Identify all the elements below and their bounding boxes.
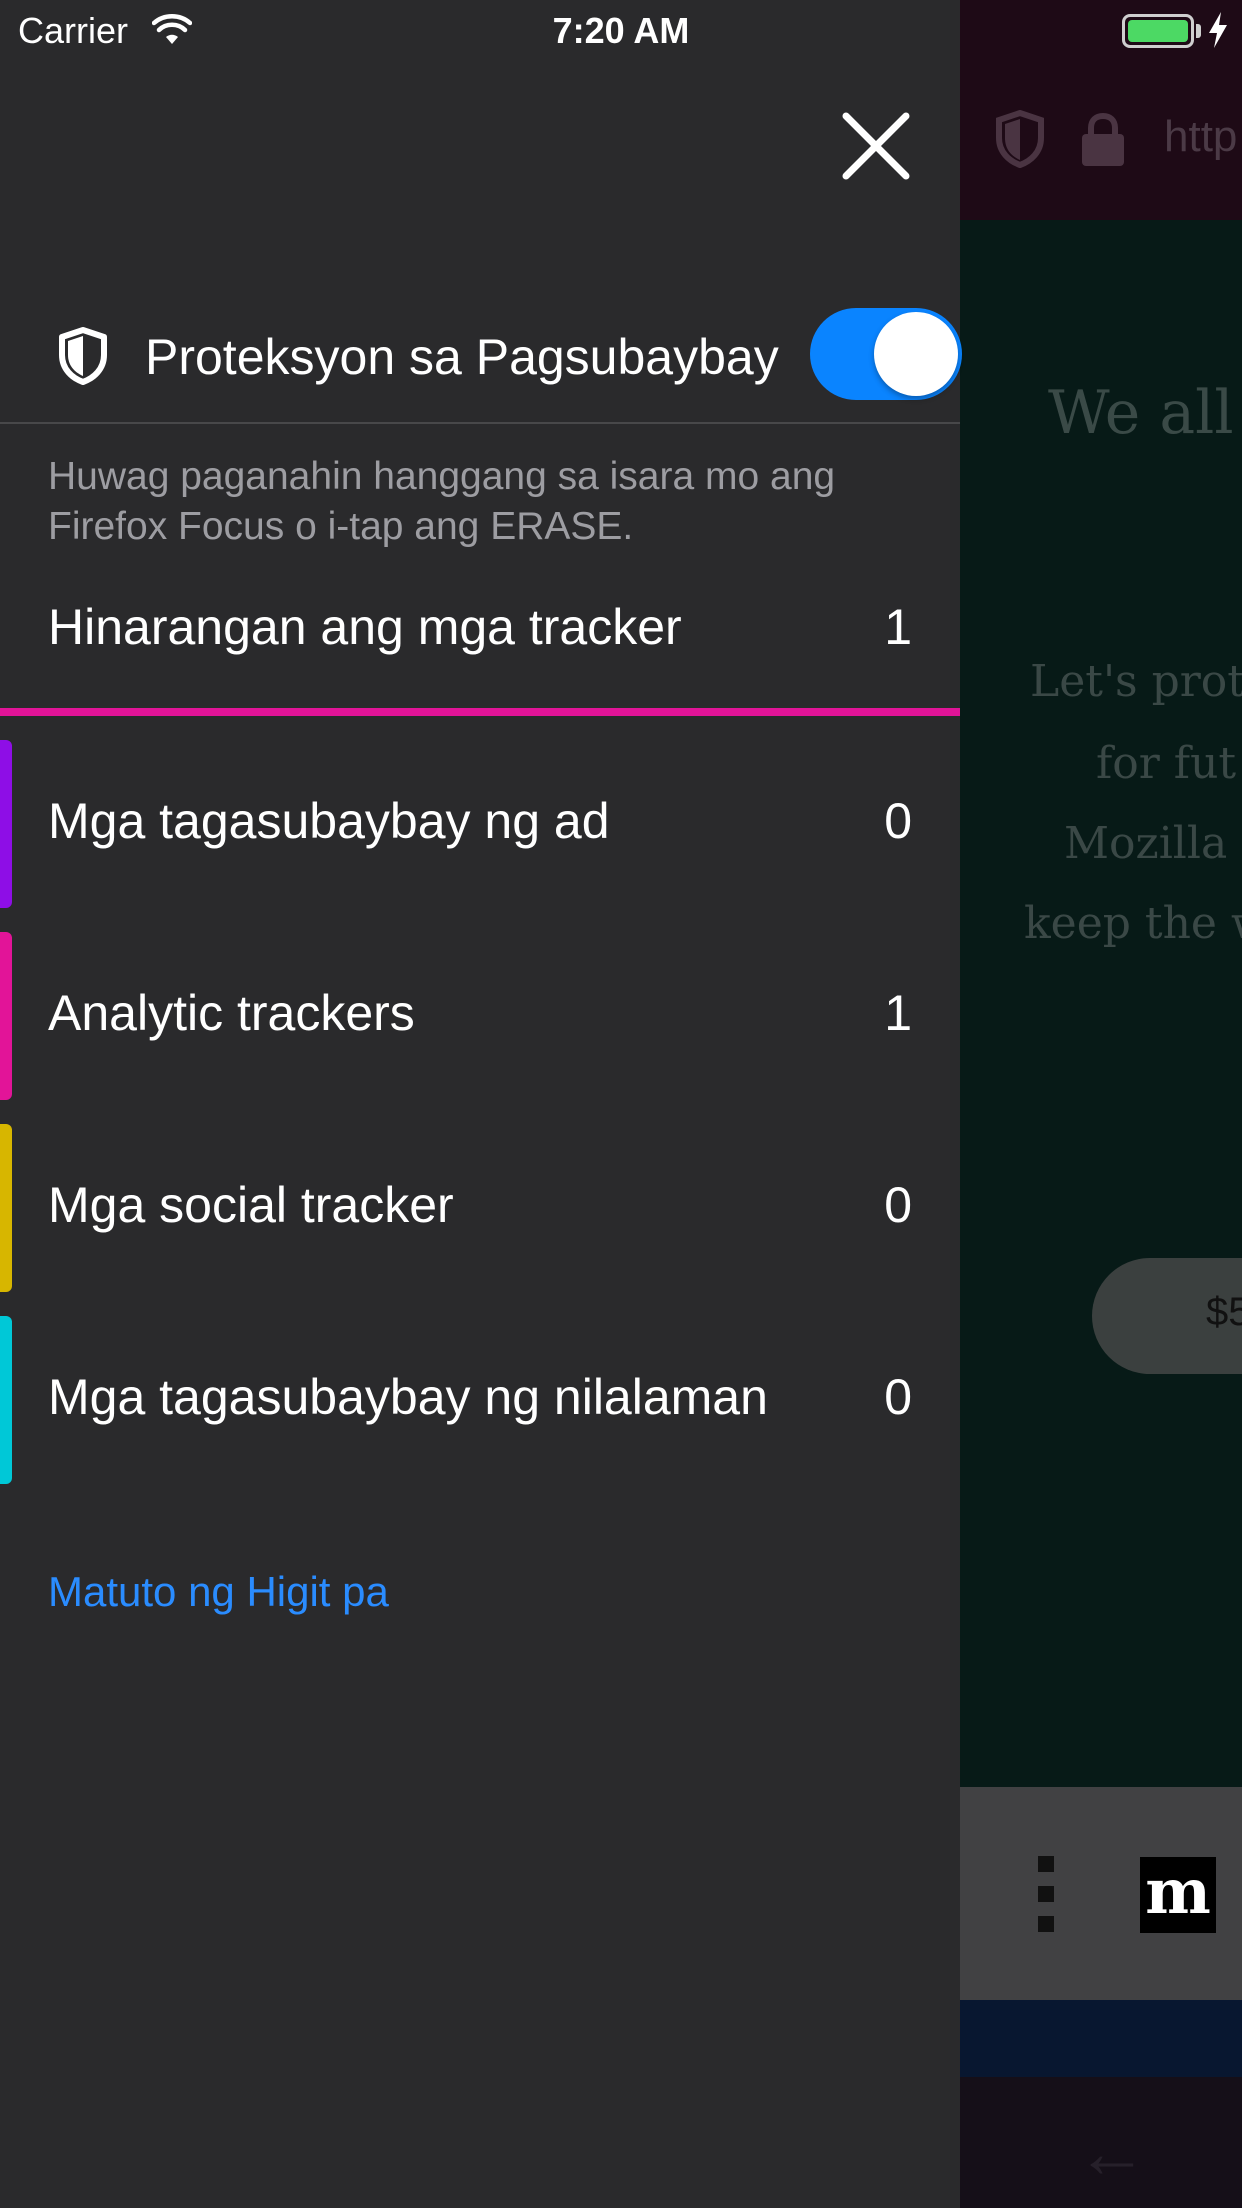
battery-icon [1122,14,1194,48]
tracker-row-analytic: Analytic trackers 1 [0,932,960,1100]
trackers-blocked-count: 1 [884,599,912,655]
page-paragraph-line: keep the w [1024,898,1242,949]
more-menu-icon [1038,1856,1058,1936]
shield-icon [59,327,107,385]
trackers-blocked-bar [0,708,960,716]
learn-more-link[interactable]: Matuto ng Higit pa [48,1568,389,1616]
page-headline: We all [1048,378,1234,448]
tracker-count: 1 [884,985,912,1041]
tracking-protection-description: Huwag paganahin hanggang sa isara mo ang… [48,455,836,548]
tracker-color-accent [0,932,12,1100]
page-paragraph-line: Mozilla [1064,818,1228,869]
tracker-label: Mga social tracker [48,1177,454,1233]
charging-bolt-icon [1209,12,1227,48]
battery-level [1128,20,1188,42]
tracker-color-accent [0,1124,12,1292]
status-bar: Carrier 7:20 AM [0,0,1242,60]
tracker-color-accent [0,1316,12,1484]
back-arrow-icon: ← [1076,2113,1148,2193]
tracker-label: Mga tagasubaybay ng nilalaman [48,1369,768,1425]
tracker-row-social: Mga social tracker 0 [0,1124,960,1292]
trackers-blocked-label: Hinarangan ang mga tracker [48,599,682,655]
battery-nub [1196,24,1201,38]
site-logo-icon: m [1140,1857,1216,1933]
page-paragraph-line: Let's prot [1030,656,1242,707]
close-icon[interactable] [836,106,916,186]
tracker-color-accent [0,740,12,908]
clock: 7:20 AM [552,10,690,51]
tracker-label: Analytic trackers [48,985,415,1041]
tracker-row-content: Mga tagasubaybay ng nilalaman 0 [0,1316,960,1484]
tracker-label: Mga tagasubaybay ng ad [48,793,610,849]
tracker-count: 0 [884,1177,912,1233]
toggle-knob [874,312,958,396]
page-bottom-banner [960,2000,1242,2077]
tracker-count: 0 [884,793,912,849]
tracker-count: 0 [884,1369,912,1425]
url-text: http [1164,112,1238,161]
tracking-protection-panel: Proteksyon sa Pagsubaybay Huwag paganahi… [0,0,962,2208]
page-paragraph-line: for fut [1096,738,1237,789]
tracking-protection-title: Proteksyon sa Pagsubaybay [145,329,779,385]
tracker-row-ad: Mga tagasubaybay ng ad 0 [0,740,960,908]
tracking-protection-toggle[interactable] [810,308,962,400]
page-content [960,220,1242,1787]
lock-icon [1082,112,1124,166]
tracking-shield-icon [996,110,1044,168]
donate-button-label: $5 [1206,1290,1242,1334]
